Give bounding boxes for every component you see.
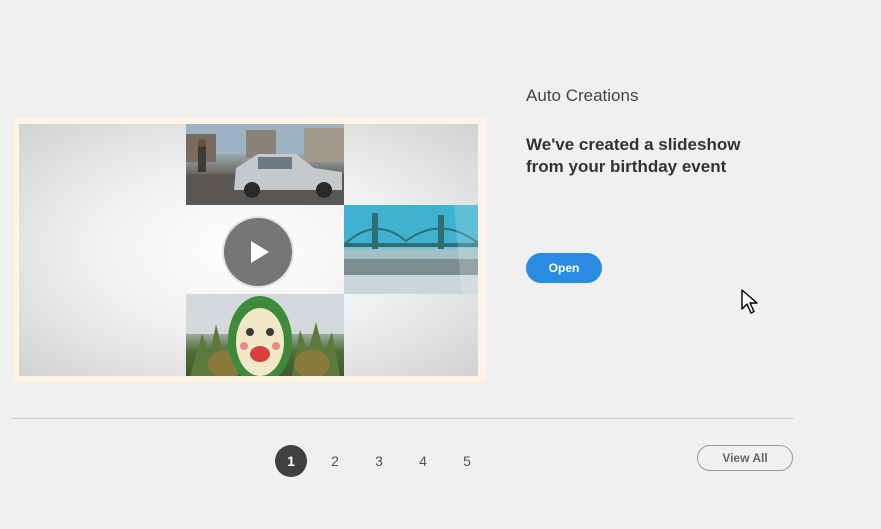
view-all-button[interactable]: View All: [697, 445, 793, 471]
divider: [11, 418, 794, 419]
mouse-pointer-icon: [741, 289, 758, 314]
photo-tile-watermelon: [186, 294, 344, 376]
creation-headline: We've created a slideshow from your birt…: [526, 135, 741, 176]
open-button[interactable]: Open: [526, 253, 602, 283]
play-button[interactable]: [224, 218, 292, 286]
slideshow-collage: [19, 124, 478, 376]
section-title: Auto Creations: [526, 86, 639, 105]
page-1-button[interactable]: 1: [275, 445, 307, 477]
page-2-button[interactable]: 2: [319, 445, 351, 477]
page-5-button[interactable]: 5: [451, 445, 483, 477]
photo-tile-car: [186, 124, 344, 205]
page-3-button[interactable]: 3: [363, 445, 395, 477]
photo-tile-bridge: [344, 205, 478, 294]
page-4-button[interactable]: 4: [407, 445, 439, 477]
play-icon: [251, 241, 269, 263]
slideshow-preview[interactable]: [13, 118, 486, 382]
